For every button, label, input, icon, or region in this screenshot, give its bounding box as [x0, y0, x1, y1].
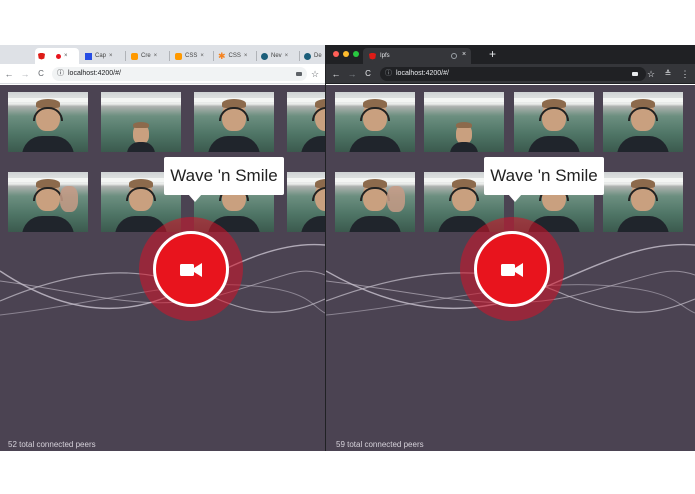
bookmark-star-icon[interactable]: ☆	[646, 68, 656, 80]
tab-active[interactable]: ×	[35, 48, 79, 64]
tooltip-text: Wave 'n Smile	[170, 166, 278, 185]
close-icon[interactable]: ×	[64, 53, 68, 59]
tab-nev[interactable]: Nev ×	[258, 48, 298, 64]
angular-icon	[369, 52, 376, 60]
tab-cre[interactable]: Cre ×	[128, 48, 168, 64]
aws-icon	[131, 52, 138, 60]
recording-indicator-icon	[451, 53, 457, 59]
toolbar: ← → C ⓘ localhost:4200/#/ ☆	[0, 64, 325, 84]
peer-count-status: 59 total connected peers	[336, 440, 424, 449]
page-content: Wave 'n Smile 59 total connected peers	[326, 85, 695, 451]
reload-button[interactable]: C	[36, 68, 46, 80]
video-camera-icon	[501, 263, 523, 277]
minimize-window-icon[interactable]	[343, 51, 349, 57]
left-browser-window: × Cap × Cre × CSS × ✱ CSS × Nev × De ← →…	[0, 45, 325, 451]
tab-de[interactable]: De	[301, 48, 325, 64]
peer-video	[101, 92, 181, 152]
new-tab-button[interactable]: +	[489, 47, 496, 61]
peer-video	[514, 92, 594, 152]
peer-video	[8, 172, 88, 232]
tab-ipfs[interactable]: Ipfs ×	[363, 48, 471, 64]
css3-icon	[85, 52, 92, 60]
video-camera-icon	[180, 263, 202, 277]
peer-video	[194, 92, 274, 152]
wave-tooltip: Wave 'n Smile	[164, 157, 284, 202]
asterisk-icon: ✱	[218, 50, 226, 61]
tab-cap[interactable]: Cap ×	[82, 48, 124, 64]
angular-icon	[38, 52, 45, 60]
back-button[interactable]: ←	[331, 68, 341, 80]
close-icon[interactable]: ×	[244, 53, 248, 59]
record-button[interactable]	[474, 231, 550, 307]
url-text: localhost:4200/#/	[68, 70, 121, 77]
tab-strip: × Cap × Cre × CSS × ✱ CSS × Nev × De	[0, 45, 325, 64]
tab-label: Nev	[271, 53, 282, 59]
extension-icon[interactable]: ≙	[663, 68, 673, 80]
peer-video	[335, 92, 415, 152]
menu-icon[interactable]: ⋮	[680, 68, 690, 80]
tab-label: CSS	[228, 53, 241, 59]
peer-video	[287, 172, 325, 232]
info-icon[interactable]: ⓘ	[57, 67, 64, 81]
tab-css-2[interactable]: ✱ CSS ×	[215, 48, 255, 64]
tab-strip: Ipfs × +	[326, 45, 695, 64]
maximize-window-icon[interactable]	[353, 51, 359, 57]
tab-label: Cre	[141, 53, 151, 59]
forward-button[interactable]: →	[20, 68, 30, 80]
url-text: localhost:4200/#/	[396, 70, 449, 77]
close-icon[interactable]: ×	[154, 53, 158, 59]
reload-button[interactable]: C	[363, 68, 373, 80]
peer-count-status: 52 total connected peers	[8, 440, 96, 449]
peer-video	[603, 172, 683, 232]
forward-button[interactable]: →	[347, 68, 357, 80]
tab-label: CSS	[185, 53, 198, 59]
peer-video	[287, 92, 325, 152]
close-icon[interactable]: ×	[462, 51, 466, 58]
toolbar: ← → C ⓘ localhost:4200/#/ ☆ ≙ ⋮	[326, 64, 695, 84]
page-content: Wave 'n Smile 52 total connected peers	[0, 85, 325, 451]
globe-icon	[261, 52, 268, 60]
close-icon[interactable]: ×	[285, 53, 289, 59]
globe-icon	[304, 52, 311, 60]
close-icon[interactable]: ×	[109, 53, 113, 59]
back-button[interactable]: ←	[4, 68, 14, 80]
tab-label: Ipfs	[380, 53, 390, 59]
right-browser-window: Ipfs × + ← → C ⓘ localhost:4200/#/ ☆ ≙ ⋮	[326, 45, 695, 451]
close-window-icon[interactable]	[333, 51, 339, 57]
close-icon[interactable]: ×	[200, 53, 204, 59]
recording-dot-icon	[56, 53, 61, 59]
camera-indicator-icon[interactable]	[296, 72, 302, 76]
peer-video	[335, 172, 415, 232]
record-button[interactable]	[153, 231, 229, 307]
peer-video	[8, 92, 88, 152]
wave-tooltip: Wave 'n Smile	[484, 157, 604, 202]
peer-video	[603, 92, 683, 152]
tooltip-text: Wave 'n Smile	[490, 166, 598, 185]
address-bar[interactable]: ⓘ localhost:4200/#/	[52, 67, 307, 81]
camera-indicator-icon[interactable]	[632, 72, 638, 76]
aws-icon	[175, 52, 182, 60]
address-bar[interactable]: ⓘ localhost:4200/#/	[380, 67, 646, 81]
tab-css[interactable]: CSS ×	[172, 48, 212, 64]
peer-video	[424, 92, 504, 152]
info-icon[interactable]: ⓘ	[385, 67, 392, 81]
bookmark-star-icon[interactable]: ☆	[310, 68, 320, 80]
tab-label: Cap	[95, 53, 107, 59]
tab-label: De	[314, 53, 322, 59]
